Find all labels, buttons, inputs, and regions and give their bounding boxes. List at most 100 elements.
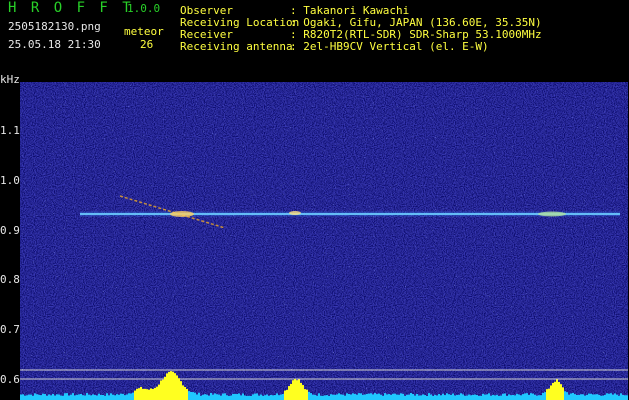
activity-bar: [362, 394, 364, 400]
activity-bar: [480, 395, 482, 400]
app-name: H R O F F T: [8, 0, 134, 16]
activity-bar: [414, 395, 416, 400]
activity-bar: [450, 394, 452, 400]
activity-bar: [104, 395, 106, 400]
activity-bar: [446, 393, 448, 400]
activity-bar: [518, 394, 520, 400]
activity-bar: [148, 389, 150, 400]
y-tick-label: 1.1: [0, 124, 20, 137]
activity-bar: [84, 395, 86, 400]
meteor-count-value: 26: [140, 38, 154, 51]
activity-bar: [184, 386, 186, 400]
activity-bar: [344, 395, 346, 400]
activity-bar: [292, 380, 294, 400]
activity-bar: [372, 394, 374, 400]
activity-bar: [150, 388, 152, 400]
activity-bar: [548, 388, 550, 400]
activity-bar: [256, 393, 258, 400]
activity-bar: [180, 381, 182, 400]
y-axis-unit: kHz: [0, 73, 20, 86]
activity-bar: [204, 394, 206, 400]
activity-bar: [460, 393, 462, 400]
activity-bar: [564, 391, 566, 400]
activity-bar: [32, 395, 34, 400]
activity-bar: [112, 394, 114, 400]
activity-bar: [24, 395, 26, 400]
activity-bar: [314, 394, 316, 400]
info-value-antenna: : 2el-HB9CV Vertical (el. E-W): [290, 40, 489, 53]
activity-bar: [416, 393, 418, 400]
activity-bar: [154, 387, 156, 400]
activity-bar: [404, 395, 406, 400]
activity-bar: [330, 394, 332, 400]
activity-bar: [502, 393, 504, 400]
activity-bar: [86, 393, 88, 400]
activity-bar: [364, 394, 366, 400]
activity-bar: [424, 395, 426, 400]
meteor-count-label: meteor: [124, 25, 164, 38]
activity-bar: [574, 394, 576, 400]
activity-bar: [174, 373, 176, 400]
activity-bar: [200, 395, 202, 400]
activity-bar: [252, 394, 254, 400]
activity-bar: [380, 394, 382, 400]
activity-bar: [206, 394, 208, 400]
activity-bar: [144, 388, 146, 400]
activity-bar: [488, 393, 490, 400]
activity-bar: [604, 394, 606, 400]
activity-bar: [194, 392, 196, 400]
activity-bar: [386, 394, 388, 400]
activity-bar: [440, 395, 442, 400]
y-tick-label: 0.7: [0, 323, 20, 336]
activity-bar: [570, 393, 572, 400]
activity-bar: [226, 395, 228, 400]
activity-bar: [374, 393, 376, 400]
activity-bar: [164, 376, 166, 400]
activity-bar: [100, 394, 102, 400]
spectrogram: [20, 82, 628, 400]
activity-bar: [284, 390, 286, 400]
activity-bar: [616, 394, 618, 400]
activity-bar: [76, 394, 78, 400]
activity-bar: [90, 395, 92, 400]
activity-bar: [524, 393, 526, 400]
activity-bar: [88, 394, 90, 400]
activity-bar: [260, 394, 262, 400]
activity-bar: [124, 395, 126, 400]
y-tick-label: 0.6: [0, 373, 20, 386]
activity-bar: [268, 395, 270, 400]
activity-bar: [162, 379, 164, 400]
activity-bar: [168, 371, 170, 400]
activity-bar: [38, 394, 40, 400]
activity-bar: [158, 384, 160, 400]
noise-specks: [20, 82, 628, 400]
activity-bar: [388, 394, 390, 400]
activity-bar: [436, 395, 438, 400]
activity-bar: [318, 393, 320, 400]
activity-bar: [492, 394, 494, 400]
activity-bar: [92, 394, 94, 400]
activity-bar: [328, 395, 330, 400]
activity-bar: [576, 394, 578, 400]
activity-bar: [402, 393, 404, 400]
activity-bar: [392, 393, 394, 400]
activity-bar: [586, 394, 588, 400]
activity-bar: [506, 395, 508, 400]
activity-bar: [322, 395, 324, 400]
activity-bar: [212, 394, 214, 400]
activity-bar: [602, 395, 604, 400]
activity-bar: [624, 395, 626, 400]
activity-bar: [286, 389, 288, 400]
activity-bar: [134, 390, 136, 400]
activity-bar: [542, 392, 544, 400]
activity-bar: [580, 394, 582, 400]
activity-bar: [228, 395, 230, 400]
activity-bar: [280, 394, 282, 400]
activity-bar: [274, 395, 276, 400]
activity-bar: [558, 381, 560, 400]
activity-bar: [126, 394, 128, 400]
activity-bar: [60, 395, 62, 400]
activity-bar: [258, 395, 260, 400]
activity-bar: [272, 395, 274, 400]
activity-bar: [596, 394, 598, 400]
